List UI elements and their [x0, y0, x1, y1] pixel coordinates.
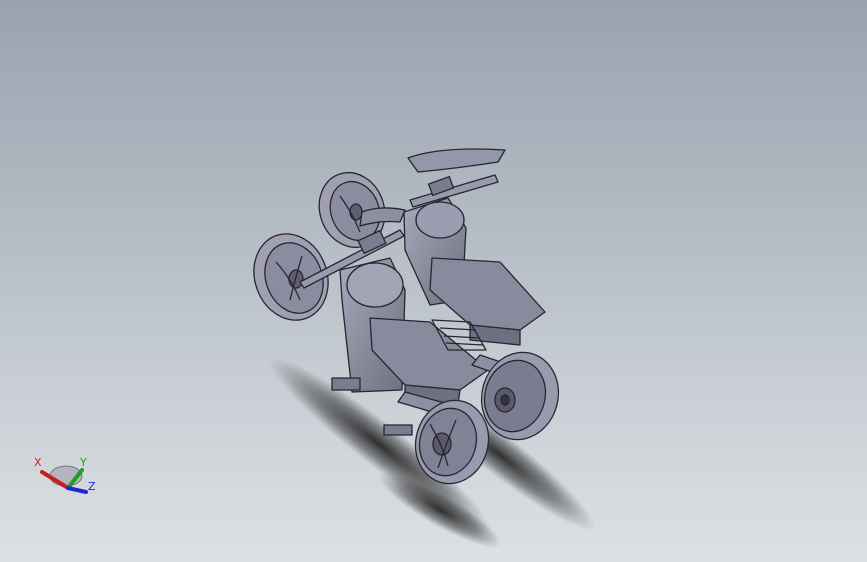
- y-axis-label: Y: [79, 456, 87, 469]
- z-axis-label: Z: [88, 480, 96, 493]
- deck-right[interactable]: [429, 257, 546, 346]
- x-axis-label: X: [34, 456, 42, 469]
- coordinate-triad: X Y Z: [34, 456, 96, 494]
- handlebar-right[interactable]: [407, 148, 506, 208]
- 3d-viewport[interactable]: X Y Z: [0, 0, 867, 562]
- z-axis-arrow: [66, 486, 88, 494]
